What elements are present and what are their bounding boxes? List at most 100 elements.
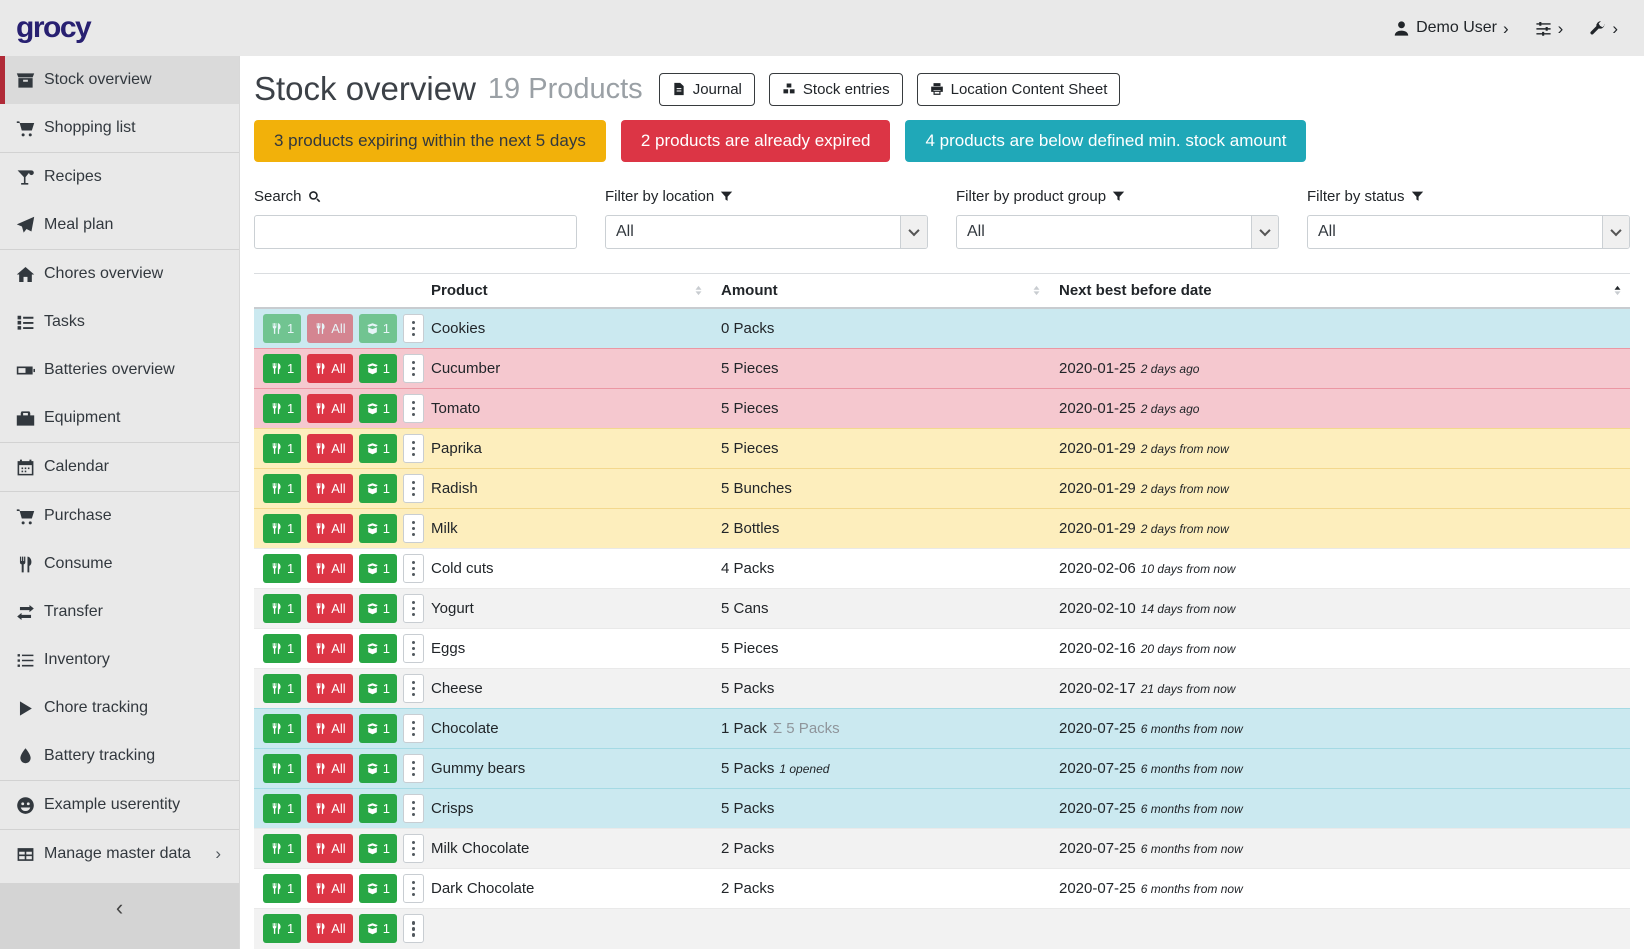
consume-one-button[interactable]: 1 [263, 314, 301, 343]
row-menu-button[interactable] [403, 754, 424, 783]
row-menu-button[interactable] [403, 914, 424, 943]
row-menu-button[interactable] [403, 594, 424, 623]
consume-all-button[interactable]: All [307, 754, 352, 783]
consume-all-button[interactable]: All [307, 594, 352, 623]
amount-column-header[interactable]: Amount [721, 274, 1059, 309]
consume-all-button[interactable]: All [307, 834, 352, 863]
open-one-button[interactable]: 1 [359, 794, 397, 823]
consume-all-button[interactable]: All [307, 314, 352, 343]
sidebar-item-stock-overview[interactable]: Stock overview [0, 56, 239, 104]
sidebar-item-manage-master-data[interactable]: Manage master data› [0, 830, 239, 878]
sidebar-item-equipment[interactable]: Equipment [0, 394, 239, 442]
product-column-header[interactable]: Product [431, 274, 721, 309]
open-one-button[interactable]: 1 [359, 474, 397, 503]
consume-all-button[interactable]: All [307, 794, 352, 823]
status-select[interactable]: All [1307, 215, 1630, 249]
row-menu-button[interactable] [403, 674, 424, 703]
consume-one-button[interactable]: 1 [263, 554, 301, 583]
open-one-button[interactable]: 1 [359, 314, 397, 343]
consume-one-button[interactable]: 1 [263, 914, 301, 943]
sidebar-item-battery-tracking[interactable]: Battery tracking [0, 732, 239, 780]
stock-entries-button[interactable]: Stock entries [769, 73, 903, 106]
consume-all-button[interactable]: All [307, 554, 352, 583]
consume-all-button[interactable]: All [307, 434, 352, 463]
row-menu-button[interactable] [403, 714, 424, 743]
product-group-select[interactable]: All [956, 215, 1279, 249]
consume-one-button[interactable]: 1 [263, 354, 301, 383]
consume-one-button[interactable]: 1 [263, 714, 301, 743]
consume-one-button[interactable]: 1 [263, 434, 301, 463]
location-select[interactable]: All [605, 215, 928, 249]
search-input[interactable] [254, 215, 577, 249]
consume-one-button[interactable]: 1 [263, 394, 301, 423]
sidebar-item-purchase[interactable]: Purchase [0, 492, 239, 540]
consume-all-button[interactable]: All [307, 714, 352, 743]
open-one-button[interactable]: 1 [359, 834, 397, 863]
consume-all-button[interactable]: All [307, 514, 352, 543]
consume-one-button[interactable]: 1 [263, 514, 301, 543]
consume-one-button[interactable]: 1 [263, 834, 301, 863]
alert-below-min-stock[interactable]: 4 products are below defined min. stock … [905, 120, 1306, 162]
open-one-button[interactable]: 1 [359, 874, 397, 903]
row-menu-button[interactable] [403, 434, 424, 463]
open-one-button[interactable]: 1 [359, 594, 397, 623]
alert-expiring-soon[interactable]: 3 products expiring within the next 5 da… [254, 120, 606, 162]
sort-icon[interactable] [1030, 282, 1043, 299]
open-one-button[interactable]: 1 [359, 674, 397, 703]
consume-one-button[interactable]: 1 [263, 794, 301, 823]
open-one-button[interactable]: 1 [359, 354, 397, 383]
row-menu-button[interactable] [403, 354, 424, 383]
settings-menu[interactable]: › [1535, 20, 1564, 37]
sidebar-item-meal-plan[interactable]: Meal plan [0, 201, 239, 249]
row-menu-button[interactable] [403, 794, 424, 823]
sidebar-item-calendar[interactable]: Calendar [0, 443, 239, 491]
open-one-button[interactable]: 1 [359, 394, 397, 423]
sidebar-item-recipes[interactable]: Recipes [0, 153, 239, 201]
consume-one-button[interactable]: 1 [263, 674, 301, 703]
consume-one-button[interactable]: 1 [263, 634, 301, 663]
open-one-button[interactable]: 1 [359, 714, 397, 743]
user-menu[interactable]: Demo User › [1393, 19, 1509, 37]
open-one-button[interactable]: 1 [359, 514, 397, 543]
row-menu-button[interactable] [403, 394, 424, 423]
row-menu-button[interactable] [403, 634, 424, 663]
alert-expired[interactable]: 2 products are already expired [621, 120, 891, 162]
consume-all-button[interactable]: All [307, 914, 352, 943]
consume-one-button[interactable]: 1 [263, 874, 301, 903]
row-menu-button[interactable] [403, 834, 424, 863]
row-menu-button[interactable] [403, 514, 424, 543]
consume-all-button[interactable]: All [307, 634, 352, 663]
best-before-column-header[interactable]: Next best before date [1059, 274, 1630, 309]
row-menu-button[interactable] [403, 554, 424, 583]
sidebar-item-tasks[interactable]: Tasks [0, 298, 239, 346]
sidebar-item-batteries-overview[interactable]: Batteries overview [0, 346, 239, 394]
sidebar-item-inventory[interactable]: Inventory [0, 636, 239, 684]
consume-all-button[interactable]: All [307, 874, 352, 903]
row-menu-button[interactable] [403, 474, 424, 503]
open-one-button[interactable]: 1 [359, 434, 397, 463]
row-menu-button[interactable] [403, 314, 424, 343]
sidebar-item-transfer[interactable]: Transfer [0, 588, 239, 636]
consume-all-button[interactable]: All [307, 674, 352, 703]
consume-all-button[interactable]: All [307, 354, 352, 383]
consume-all-button[interactable]: All [307, 474, 352, 503]
sidebar-collapse-button[interactable]: ‹ [0, 883, 239, 949]
sidebar-item-chores-overview[interactable]: Chores overview [0, 250, 239, 298]
sidebar-item-consume[interactable]: Consume [0, 540, 239, 588]
open-one-button[interactable]: 1 [359, 554, 397, 583]
sort-icon[interactable] [692, 282, 705, 299]
consume-all-button[interactable]: All [307, 394, 352, 423]
sort-icon-active[interactable] [1611, 282, 1624, 299]
open-one-button[interactable]: 1 [359, 634, 397, 663]
sidebar-item-shopping-list[interactable]: Shopping list [0, 104, 239, 152]
sidebar-item-chore-tracking[interactable]: Chore tracking [0, 684, 239, 732]
open-one-button[interactable]: 1 [359, 754, 397, 783]
location-content-sheet-button[interactable]: Location Content Sheet [917, 73, 1121, 106]
consume-one-button[interactable]: 1 [263, 754, 301, 783]
journal-button[interactable]: Journal [659, 73, 755, 106]
admin-menu[interactable]: › [1589, 20, 1618, 37]
app-logo[interactable]: grocy [16, 11, 90, 45]
sidebar-item-example-userentity[interactable]: Example userentity [0, 781, 239, 829]
consume-one-button[interactable]: 1 [263, 474, 301, 503]
open-one-button[interactable]: 1 [359, 914, 397, 943]
